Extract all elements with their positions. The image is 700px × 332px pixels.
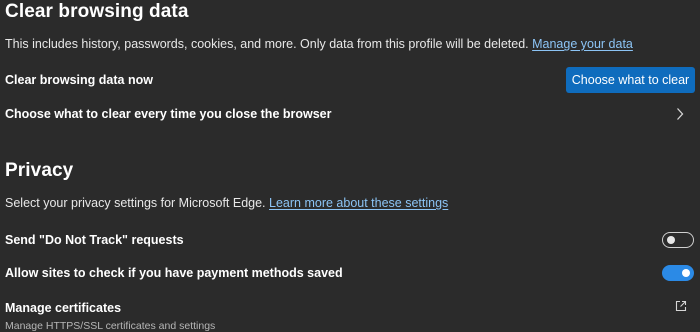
clear-on-close-label[interactable]: Choose what to clear every time you clos… (5, 108, 332, 121)
learn-more-link[interactable]: Learn more about these settings (269, 196, 448, 210)
toggle-knob (682, 269, 690, 277)
chevron-right-icon[interactable] (675, 107, 685, 121)
clear-browsing-data-title: Clear browsing data (5, 1, 189, 22)
do-not-track-toggle[interactable] (662, 232, 694, 248)
manage-certificates-sublabel: Manage HTTPS/SSL certificates and settin… (5, 320, 216, 332)
choose-what-to-clear-button[interactable]: Choose what to clear (566, 67, 695, 93)
privacy-title: Privacy (5, 160, 74, 181)
clear-description-text: This includes history, passwords, cookie… (5, 37, 529, 51)
do-not-track-label: Send "Do Not Track" requests (5, 233, 184, 247)
clear-browsing-data-now-label: Clear browsing data now (5, 73, 153, 87)
privacy-description-text: Select your privacy settings for Microso… (5, 196, 266, 210)
toggle-knob (667, 236, 675, 244)
manage-your-data-link[interactable]: Manage your data (532, 37, 633, 51)
privacy-description: Select your privacy settings for Microso… (5, 197, 448, 210)
external-link-icon[interactable] (675, 300, 687, 312)
clear-browsing-data-description: This includes history, passwords, cookie… (5, 38, 633, 51)
manage-certificates-label[interactable]: Manage certificates (5, 302, 121, 315)
payment-methods-label: Allow sites to check if you have payment… (5, 266, 343, 280)
payment-methods-toggle[interactable] (662, 265, 694, 281)
